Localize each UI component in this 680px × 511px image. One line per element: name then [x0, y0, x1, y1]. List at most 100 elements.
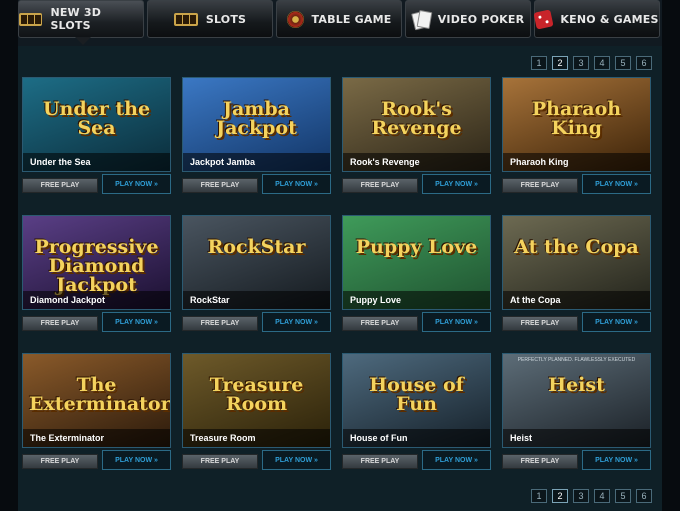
game-actions: FREE PLAY PLAY NOW »: [502, 450, 651, 471]
page-link-5[interactable]: 5: [615, 489, 631, 503]
game-thumbnail[interactable]: Rook's Revenge Rook's Revenge: [342, 77, 491, 172]
game-actions: FREE PLAY PLAY NOW »: [22, 450, 171, 471]
page-link-4[interactable]: 4: [594, 56, 610, 70]
play-now-button[interactable]: PLAY NOW »: [102, 450, 171, 470]
game-title: Heist: [503, 429, 650, 447]
play-now-button[interactable]: PLAY NOW »: [262, 174, 331, 194]
game-card-diamond-jackpot: Progressive Diamond Jackpot Diamond Jack…: [22, 215, 171, 333]
game-logo: At the Copa: [514, 236, 639, 258]
tab-table-game[interactable]: Table Game: [276, 0, 402, 38]
game-logo: House of Fun: [369, 374, 464, 415]
game-thumbnail[interactable]: At the Copa At the Copa: [502, 215, 651, 310]
game-logo: RockStar: [207, 236, 306, 258]
game-actions: FREE PLAY PLAY NOW »: [182, 312, 331, 333]
page-link-6[interactable]: 6: [636, 489, 652, 503]
game-thumbnail[interactable]: Progressive Diamond Jackpot Diamond Jack…: [22, 215, 171, 310]
free-play-button[interactable]: FREE PLAY: [342, 316, 418, 331]
play-now-button[interactable]: PLAY NOW »: [422, 174, 491, 194]
page-link-6[interactable]: 6: [636, 56, 652, 70]
game-card-rook-s-revenge: Rook's Revenge Rook's Revenge FREE PLAY …: [342, 77, 491, 195]
play-now-button[interactable]: PLAY NOW »: [102, 174, 171, 194]
tab-video-poker[interactable]: Video Poker: [405, 0, 531, 38]
game-title: Jackpot Jamba: [183, 153, 330, 171]
left-rail: [0, 0, 18, 511]
page-link-2[interactable]: 2: [552, 56, 568, 70]
right-rail: [662, 0, 680, 511]
game-actions: FREE PLAY PLAY NOW »: [182, 450, 331, 471]
game-card-house-of-fun: House of Fun House of Fun FREE PLAY PLAY…: [342, 353, 491, 471]
page-link-1[interactable]: 1: [531, 489, 547, 503]
game-thumbnail[interactable]: PERFECTLY PLANNED. FLAWLESSLY EXECUTED H…: [502, 353, 651, 448]
game-logo: Treasure Room: [209, 374, 304, 415]
free-play-button[interactable]: FREE PLAY: [22, 178, 98, 193]
pagination-top: 1 2 3 4 5 6: [531, 56, 652, 70]
game-logo: Pharaoh King: [531, 98, 622, 139]
game-title: Under the Sea: [23, 153, 170, 171]
play-now-button[interactable]: PLAY NOW »: [262, 450, 331, 470]
game-thumbnail[interactable]: Jamba Jackpot Jackpot Jamba: [182, 77, 331, 172]
game-card-at-the-copa: At the Copa At the Copa FREE PLAY PLAY N…: [502, 215, 651, 333]
free-play-button[interactable]: FREE PLAY: [502, 454, 578, 469]
play-now-button[interactable]: PLAY NOW »: [262, 312, 331, 332]
page-link-4[interactable]: 4: [594, 489, 610, 503]
tab-label: New 3D Slots: [50, 6, 102, 32]
game-card-heist: PERFECTLY PLANNED. FLAWLESSLY EXECUTED H…: [502, 353, 651, 471]
page-link-3[interactable]: 3: [573, 489, 589, 503]
page-link-3[interactable]: 3: [573, 56, 589, 70]
free-play-button[interactable]: FREE PLAY: [502, 316, 578, 331]
free-play-button[interactable]: FREE PLAY: [182, 454, 258, 469]
free-play-button[interactable]: FREE PLAY: [182, 178, 258, 193]
game-title: Pharaoh King: [503, 153, 650, 171]
game-thumbnail[interactable]: Under the Sea Under the Sea: [22, 77, 171, 172]
free-play-button[interactable]: FREE PLAY: [182, 316, 258, 331]
tab-slots[interactable]: Slots: [147, 0, 273, 38]
game-card-rockstar: RockStar RockStar FREE PLAY PLAY NOW »: [182, 215, 331, 333]
game-thumbnail[interactable]: Puppy Love Puppy Love: [342, 215, 491, 310]
play-now-button[interactable]: PLAY NOW »: [582, 174, 651, 194]
game-thumbnail[interactable]: House of Fun House of Fun: [342, 353, 491, 448]
free-play-button[interactable]: FREE PLAY: [502, 178, 578, 193]
page-link-1[interactable]: 1: [531, 56, 547, 70]
game-thumbnail[interactable]: Treasure Room Treasure Room: [182, 353, 331, 448]
game-title: Puppy Love: [343, 291, 490, 309]
tab-label: Slots: [205, 12, 247, 26]
play-now-button[interactable]: PLAY NOW »: [102, 312, 171, 332]
tab-new-3d-slots[interactable]: New 3D Slots: [18, 0, 144, 45]
play-now-button[interactable]: PLAY NOW »: [582, 450, 651, 470]
game-title: RockStar: [183, 291, 330, 309]
game-actions: FREE PLAY PLAY NOW »: [502, 174, 651, 195]
game-title: At the Copa: [503, 291, 650, 309]
game-card-pharaoh-king: Pharaoh King Pharaoh King FREE PLAY PLAY…: [502, 77, 651, 195]
tab-label: Keno & Games: [560, 12, 659, 26]
game-card-under-the-sea: Under the Sea Under the Sea FREE PLAY PL…: [22, 77, 171, 195]
free-play-button[interactable]: FREE PLAY: [22, 316, 98, 331]
game-logo: Under the Sea: [42, 98, 151, 139]
game-logo: The Exterminator: [29, 374, 171, 415]
game-title: The Exterminator: [23, 429, 170, 447]
free-play-button[interactable]: FREE PLAY: [342, 178, 418, 193]
cards-icon: [410, 10, 433, 31]
game-actions: FREE PLAY PLAY NOW »: [342, 174, 491, 195]
game-thumbnail[interactable]: RockStar RockStar: [182, 215, 331, 310]
play-now-button[interactable]: PLAY NOW »: [422, 312, 491, 332]
page-link-2[interactable]: 2: [552, 489, 568, 503]
tab-keno-games[interactable]: Keno & Games: [533, 0, 660, 38]
roulette-icon: [286, 10, 304, 28]
game-actions: FREE PLAY PLAY NOW »: [342, 450, 491, 471]
page-link-5[interactable]: 5: [615, 56, 631, 70]
play-now-button[interactable]: PLAY NOW »: [582, 312, 651, 332]
category-nav: New 3D Slots Slots Table Game Video Poke…: [18, 0, 662, 45]
game-actions: FREE PLAY PLAY NOW »: [182, 174, 331, 195]
game-logo: Jamba Jackpot: [216, 98, 297, 139]
play-now-button[interactable]: PLAY NOW »: [422, 450, 491, 470]
tab-label: Video Poker: [437, 12, 525, 26]
free-play-button[interactable]: FREE PLAY: [22, 454, 98, 469]
free-play-button[interactable]: FREE PLAY: [342, 454, 418, 469]
game-thumbnail[interactable]: The Exterminator The Exterminator: [22, 353, 171, 448]
slot-777-icon: [19, 12, 43, 26]
game-thumbnail[interactable]: Pharaoh King Pharaoh King: [502, 77, 651, 172]
game-card-the-exterminator: The Exterminator The Exterminator FREE P…: [22, 353, 171, 471]
game-title: Rook's Revenge: [343, 153, 490, 171]
dice-icon: [533, 8, 554, 30]
slot-777-icon: [173, 12, 198, 26]
